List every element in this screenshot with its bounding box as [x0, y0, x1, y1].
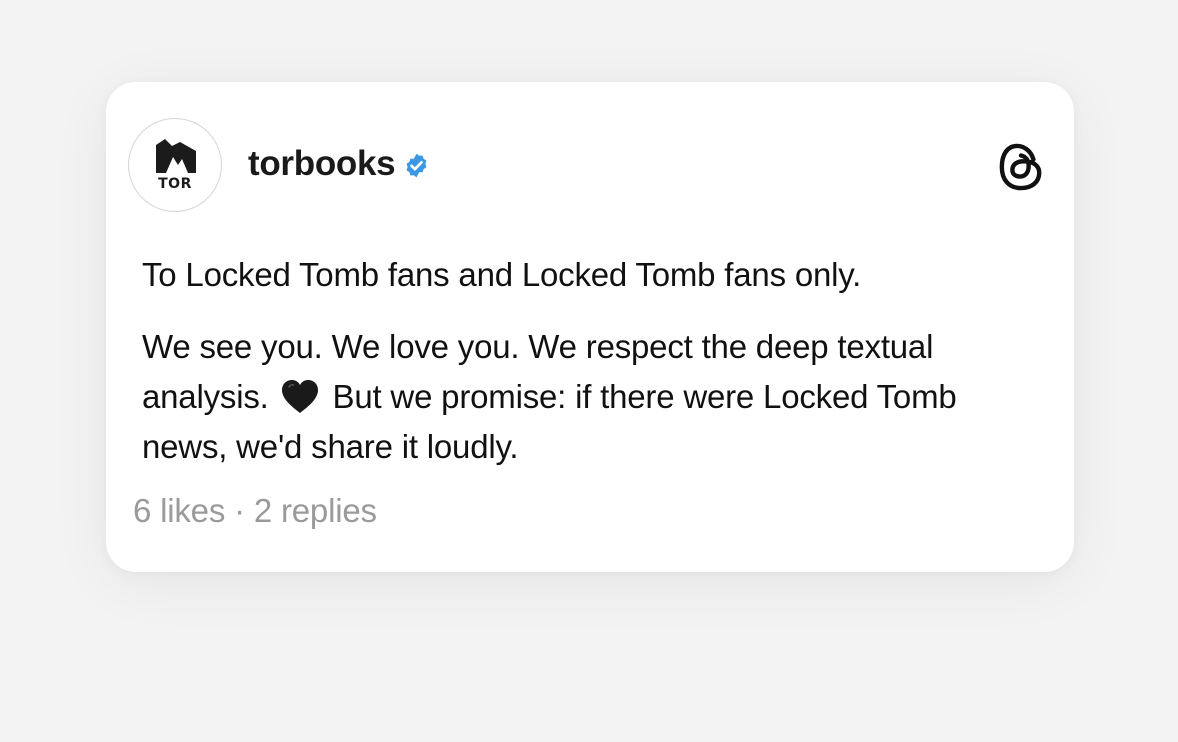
tor-logo-icon: [156, 139, 196, 173]
verified-badge-icon: [406, 153, 427, 178]
post-line-1: To Locked Tomb fans and Locked Tomb fans…: [142, 256, 862, 293]
avatar[interactable]: TOR: [128, 118, 222, 212]
post-paragraph-2: We see you. We love you. We respect the …: [142, 322, 1042, 472]
post-stats[interactable]: 6 likes · 2 replies: [133, 492, 377, 530]
avatar-label: TOR: [158, 176, 192, 192]
author-row: torbooks: [248, 144, 430, 184]
black-heart-icon: [281, 380, 318, 413]
post-body: To Locked Tomb fans and Locked Tomb fans…: [142, 250, 1042, 472]
username[interactable]: torbooks: [248, 144, 396, 184]
threads-post-card: TOR torbooks To Locked Tomb fans and Loc…: [106, 82, 1074, 572]
threads-logo-icon[interactable]: [998, 142, 1044, 192]
